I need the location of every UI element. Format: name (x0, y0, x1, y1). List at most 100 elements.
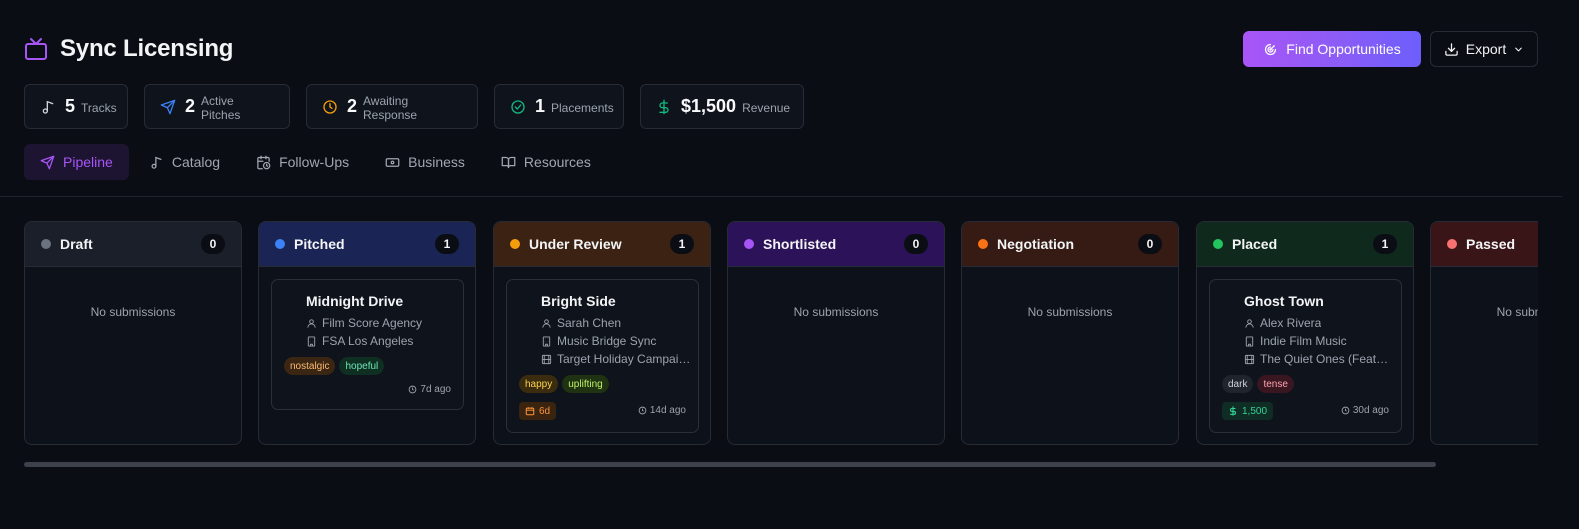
column-title: Under Review (529, 236, 622, 252)
mood-tags: dark tense (1222, 375, 1294, 393)
fee-badge: 1,500 (1222, 402, 1274, 420)
tab-label: Catalog (171, 154, 221, 170)
stat-label: Active Pitches (201, 94, 241, 122)
clock-icon (409, 385, 417, 394)
time-ago: 7d ago (408, 384, 451, 395)
clock-icon (1341, 406, 1350, 415)
tab-label: Follow-Ups (279, 154, 350, 170)
pipeline-board: Draft 0 No submissions Pitched 1 Midnigh… (24, 221, 1538, 446)
divider (0, 196, 1562, 197)
radar-icon (1263, 42, 1278, 57)
stat-value: $1,500 (681, 96, 737, 116)
contact-row: Sarah Chen (541, 316, 621, 330)
column-title: Shortlisted (763, 236, 837, 252)
tv-icon (24, 37, 48, 61)
status-dot (1213, 239, 1223, 249)
calendar-clock-icon (256, 155, 271, 170)
stat-value: 2 (185, 96, 196, 116)
building-icon (307, 335, 316, 347)
stat-placements: 1 Placements (494, 84, 624, 129)
column-title: Negotiation (997, 236, 1074, 252)
column-title: Placed (1232, 236, 1278, 252)
send-icon (40, 155, 55, 170)
column-count: 1 (435, 234, 459, 254)
status-dot (510, 239, 520, 249)
stat-label: Revenue (742, 101, 791, 115)
tab-label: Pipeline (63, 154, 113, 170)
contact-name: Alex Rivera (1260, 316, 1322, 330)
export-label: Export (1465, 41, 1507, 57)
calendar-icon (525, 407, 535, 416)
find-opportunities-label: Find Opportunities (1286, 41, 1401, 57)
column-shortlisted: Shortlisted 0 No submissions (727, 221, 945, 445)
column-placed: Placed 1 Ghost Town Alex Rivera Indie Fi… (1196, 221, 1414, 445)
horizontal-scrollbar[interactable] (24, 462, 1436, 467)
user-icon (307, 318, 316, 328)
stat-label: Placements (551, 101, 614, 115)
time-ago: 30d ago (1341, 405, 1389, 416)
stats-bar: 5 Tracks 2 Active Pitches 2 Awaiting Res… (24, 84, 804, 129)
user-icon (1245, 318, 1254, 328)
stat-value: 1 (535, 96, 546, 116)
project-name: The Quiet Ones (Feature Film) (1260, 352, 1394, 366)
tab-bar: Pipeline Catalog Follow-Ups Business Res… (24, 144, 607, 180)
fee-amount: 1,500 (1242, 405, 1268, 417)
time-ago: 14d ago (638, 405, 686, 416)
clock-icon (638, 406, 647, 415)
status-dot (978, 239, 988, 249)
project-name: Target Holiday Campaign (557, 352, 691, 366)
status-dot (41, 239, 51, 249)
brand: Sync Licensing (24, 31, 233, 67)
submission-card[interactable]: Midnight Drive Film Score Agency FSA Los… (271, 279, 464, 410)
company-row: FSA Los Angeles (306, 334, 413, 348)
empty-state: No submissions (90, 305, 176, 319)
film-icon (541, 354, 552, 364)
film-icon (1244, 354, 1255, 364)
submission-card[interactable]: Bright Side Sarah Chen Music Bridge Sync… (506, 279, 699, 433)
status-dot (275, 239, 285, 249)
column-negotiation: Negotiation 0 No submissions (961, 221, 1179, 445)
column-title: Passed (1466, 236, 1516, 252)
column-count: 0 (201, 234, 225, 254)
dollar-icon (656, 99, 672, 115)
music-note-icon (40, 99, 56, 115)
export-button[interactable]: Export (1430, 31, 1538, 67)
tab-catalog[interactable]: Catalog (133, 144, 236, 180)
stat-value: 2 (347, 96, 358, 116)
column-header: Under Review 1 (494, 222, 710, 267)
mood-tag: dark (1222, 375, 1254, 393)
column-under-review: Under Review 1 Bright Side Sarah Chen Mu… (493, 221, 711, 445)
stat-label: Tracks (81, 101, 117, 115)
time-ago-text: 30d ago (1352, 405, 1389, 416)
page-header: Sync Licensing Find Opportunities Export (24, 31, 1538, 67)
project-row: Target Holiday Campaign (541, 352, 691, 366)
company-name: Indie Film Music (1260, 334, 1347, 348)
tab-pipeline[interactable]: Pipeline (24, 144, 129, 180)
tab-business[interactable]: Business (369, 144, 481, 180)
contact-name: Sarah Chen (557, 316, 622, 330)
column-header: Draft 0 (25, 222, 241, 267)
contact-row: Alex Rivera (1244, 316, 1321, 330)
column-count: 0 (1138, 234, 1162, 254)
column-count: 0 (904, 234, 928, 254)
find-opportunities-button[interactable]: Find Opportunities (1243, 31, 1421, 67)
empty-state: No submissions (1496, 305, 1538, 319)
tab-follow-ups[interactable]: Follow-Ups (240, 144, 365, 180)
tab-resources[interactable]: Resources (485, 144, 607, 180)
user-icon (542, 318, 551, 328)
follow-up-badge: 6d (519, 402, 557, 420)
column-pitched: Pitched 1 Midnight Drive Film Score Agen… (258, 221, 476, 445)
follow-up-days: 6d (539, 405, 551, 417)
contact-row: Film Score Agency (306, 316, 422, 330)
company-row: Music Bridge Sync (541, 334, 656, 348)
mood-tag: tense (1257, 375, 1294, 393)
track-title: Midnight Drive (306, 293, 404, 309)
send-icon (160, 99, 176, 115)
tab-label: Business (408, 154, 465, 170)
stat-revenue: $1,500 Revenue (640, 84, 804, 129)
check-circle-icon (510, 99, 526, 115)
column-title: Draft (60, 236, 93, 252)
submission-card[interactable]: Ghost Town Alex Rivera Indie Film Music … (1209, 279, 1402, 433)
empty-state: No submissions (1027, 305, 1113, 319)
mood-tag: hopeful (339, 357, 385, 375)
